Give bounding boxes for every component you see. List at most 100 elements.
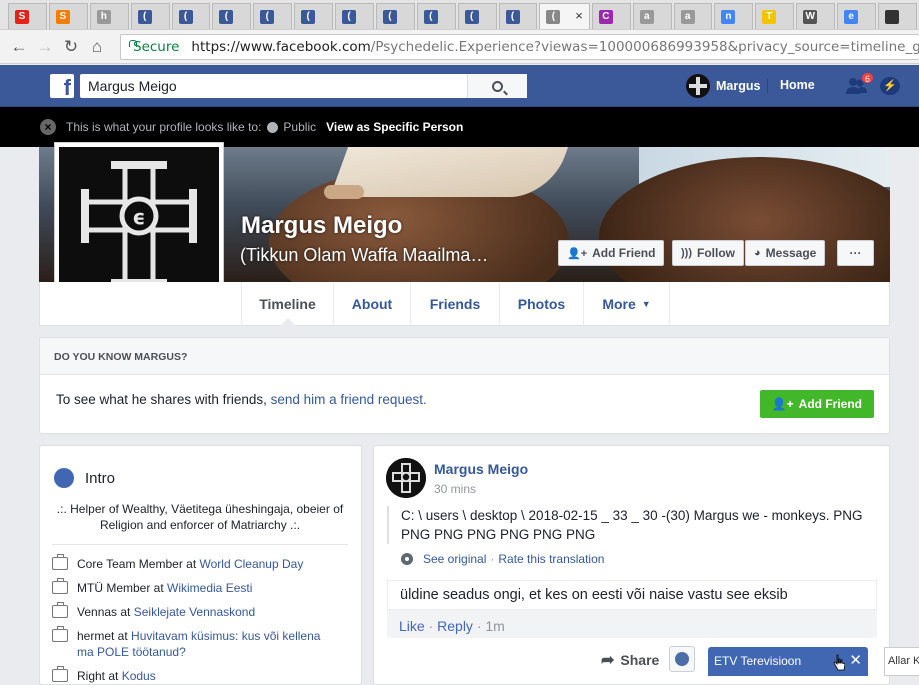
facebook-icon: ( — [301, 9, 316, 24]
audience-globe-button[interactable] — [669, 646, 695, 672]
forward-icon[interactable]: → — [32, 37, 58, 57]
browser-tab[interactable]: h — [89, 3, 129, 29]
home-icon[interactable]: ⌂ — [84, 37, 110, 57]
reply-link[interactable]: Reply — [437, 618, 473, 634]
add-friend-button[interactable]: 👤+ Add Friend — [558, 240, 665, 266]
tab-friends[interactable]: Friends — [411, 282, 500, 326]
browser-tab[interactable]: ( — [212, 3, 252, 29]
messenger-icon[interactable]: ⚡ — [880, 77, 900, 95]
document-icon: a — [680, 9, 695, 24]
rate-translation-link[interactable]: Rate this translation — [498, 552, 604, 566]
cover-figure — [329, 147, 569, 197]
close-icon[interactable]: × — [40, 119, 56, 135]
intro-item-work: MTÜ Member at Wikimedia Eesti — [52, 578, 352, 596]
see-original-link[interactable]: See original — [423, 552, 486, 566]
facebook-icon: ( — [382, 9, 397, 24]
search-input[interactable]: Margus Meigo — [80, 74, 527, 98]
cross-emblem-icon — [386, 458, 426, 498]
post-author-name[interactable]: Margus Meigo — [434, 461, 528, 477]
browser-tab[interactable]: ( — [457, 3, 497, 29]
messenger-bubble-icon: ◕ — [754, 247, 761, 259]
translation-links: See original · Rate this translation — [401, 552, 604, 566]
browser-tab[interactable]: T — [755, 3, 795, 29]
intro-item-link[interactable]: World Cleanup Day — [200, 557, 304, 571]
profile-link[interactable]: Margus — [686, 74, 760, 98]
browser-tab[interactable]: W — [796, 3, 836, 29]
home-link[interactable]: Home — [780, 78, 815, 92]
facebook-icon: ( — [464, 9, 479, 24]
view-as-specific-person-link[interactable]: View as Specific Person — [326, 120, 463, 134]
facebook-icon: ( — [178, 9, 193, 24]
intro-item-prefix: Vennas at — [77, 605, 134, 619]
browser-tab[interactable]: S — [8, 3, 47, 29]
share-button[interactable]: ➦ Share — [601, 650, 659, 670]
browser-tab[interactable]: ( — [253, 3, 293, 29]
facebook-logo-icon[interactable]: f — [50, 74, 74, 100]
browser-tab[interactable] — [877, 3, 917, 29]
do-you-know-heading: DO YOU KNOW MARGUS? — [40, 338, 889, 375]
back-icon[interactable]: ← — [6, 37, 32, 57]
browser-tab[interactable]: ( — [171, 3, 211, 29]
comment-time[interactable]: 1m — [485, 618, 504, 634]
add-friend-icon: 👤+ — [567, 247, 588, 260]
browser-tab[interactable]: ( — [130, 3, 170, 29]
browser-tab[interactable]: (× — [539, 3, 590, 29]
browser-tab-strip: S Sh(((((((((((× Ca a n T We — [0, 0, 919, 30]
intro-item-link[interactable]: Wikimedia Eesti — [167, 581, 252, 595]
youtube-icon: S — [15, 9, 29, 24]
facebook-header: f Margus Meigo Margus Home 6 ⚡ — [0, 65, 919, 107]
profile-name[interactable]: Margus Meigo — [241, 212, 402, 240]
post-timestamp[interactable]: 30 mins — [434, 482, 476, 496]
do-you-know-card: DO YOU KNOW MARGUS? To see what he share… — [39, 337, 890, 434]
intro-item-prefix: hermet at — [77, 629, 132, 643]
browser-tab[interactable]: ( — [375, 3, 415, 29]
intro-item-prefix: Core Team Member at — [77, 557, 200, 571]
tab-about[interactable]: About — [334, 282, 411, 326]
search-button[interactable] — [467, 74, 527, 98]
briefcase-icon — [52, 554, 68, 570]
gear-icon — [401, 553, 413, 565]
facebook-icon: ( — [505, 9, 520, 24]
message-button[interactable]: ◕ Message — [745, 240, 826, 266]
browser-tab[interactable]: C — [591, 3, 631, 29]
close-tab-icon[interactable]: × — [575, 8, 583, 23]
natgeo-icon: T — [762, 9, 777, 24]
browser-tab[interactable]: ( — [294, 3, 333, 29]
address-bar[interactable]: Secure https://www.facebook.com/Psychede… — [120, 34, 919, 60]
follow-button[interactable]: ))) Follow — [672, 240, 744, 266]
post-author-avatar[interactable] — [386, 458, 426, 498]
view-as-text: This is what your profile looks like to: — [66, 120, 262, 134]
user-name: Margus — [716, 79, 761, 93]
browser-tab[interactable]: e — [837, 3, 876, 29]
browser-tab[interactable]: n — [714, 3, 754, 29]
intro-card: Intro .:. Helper of Wealthy, Väetitega ü… — [39, 445, 362, 685]
add-friend-icon: 👤+ — [771, 397, 794, 411]
intro-item-work: hermet at Huvitavam küsimus: kus või kel… — [52, 626, 322, 660]
send-friend-request-link[interactable]: send him a friend request. — [271, 392, 427, 407]
tab-photos[interactable]: Photos — [500, 282, 584, 326]
browser-tab[interactable]: ( — [335, 3, 374, 29]
browser-tab[interactable]: a — [632, 3, 672, 29]
intro-item-link[interactable]: Seiklejate Vennaskond — [134, 605, 255, 619]
tab-timeline[interactable]: Timeline — [241, 282, 334, 326]
loading-icon: ( — [546, 9, 561, 24]
browser-tab[interactable]: ( — [498, 3, 538, 29]
more-options-button[interactable]: ··· — [837, 240, 874, 266]
intro-item-link[interactable]: Kodus — [122, 669, 156, 683]
secure-label: Secure — [133, 39, 180, 55]
google-icon: n — [721, 9, 736, 24]
browser-tab[interactable]: S — [48, 3, 88, 29]
browser-tab[interactable]: ( — [416, 3, 456, 29]
message-label: Message — [765, 246, 817, 260]
chat-tab-next[interactable]: Allar K — [884, 647, 919, 676]
intro-globe-icon — [54, 468, 74, 488]
browser-tab[interactable]: a — [673, 3, 713, 29]
chevron-down-icon: ▼ — [641, 299, 651, 309]
close-icon[interactable]: ✕ — [849, 651, 862, 669]
add-friend-green-button[interactable]: 👤+ Add Friend — [759, 390, 874, 418]
svg-text:ϵ: ϵ — [133, 205, 146, 229]
like-link[interactable]: Like — [399, 618, 425, 634]
tab-more[interactable]: More ▼ — [584, 282, 670, 326]
hand-cursor-icon — [833, 654, 845, 671]
reload-icon[interactable]: ↻ — [58, 37, 84, 57]
